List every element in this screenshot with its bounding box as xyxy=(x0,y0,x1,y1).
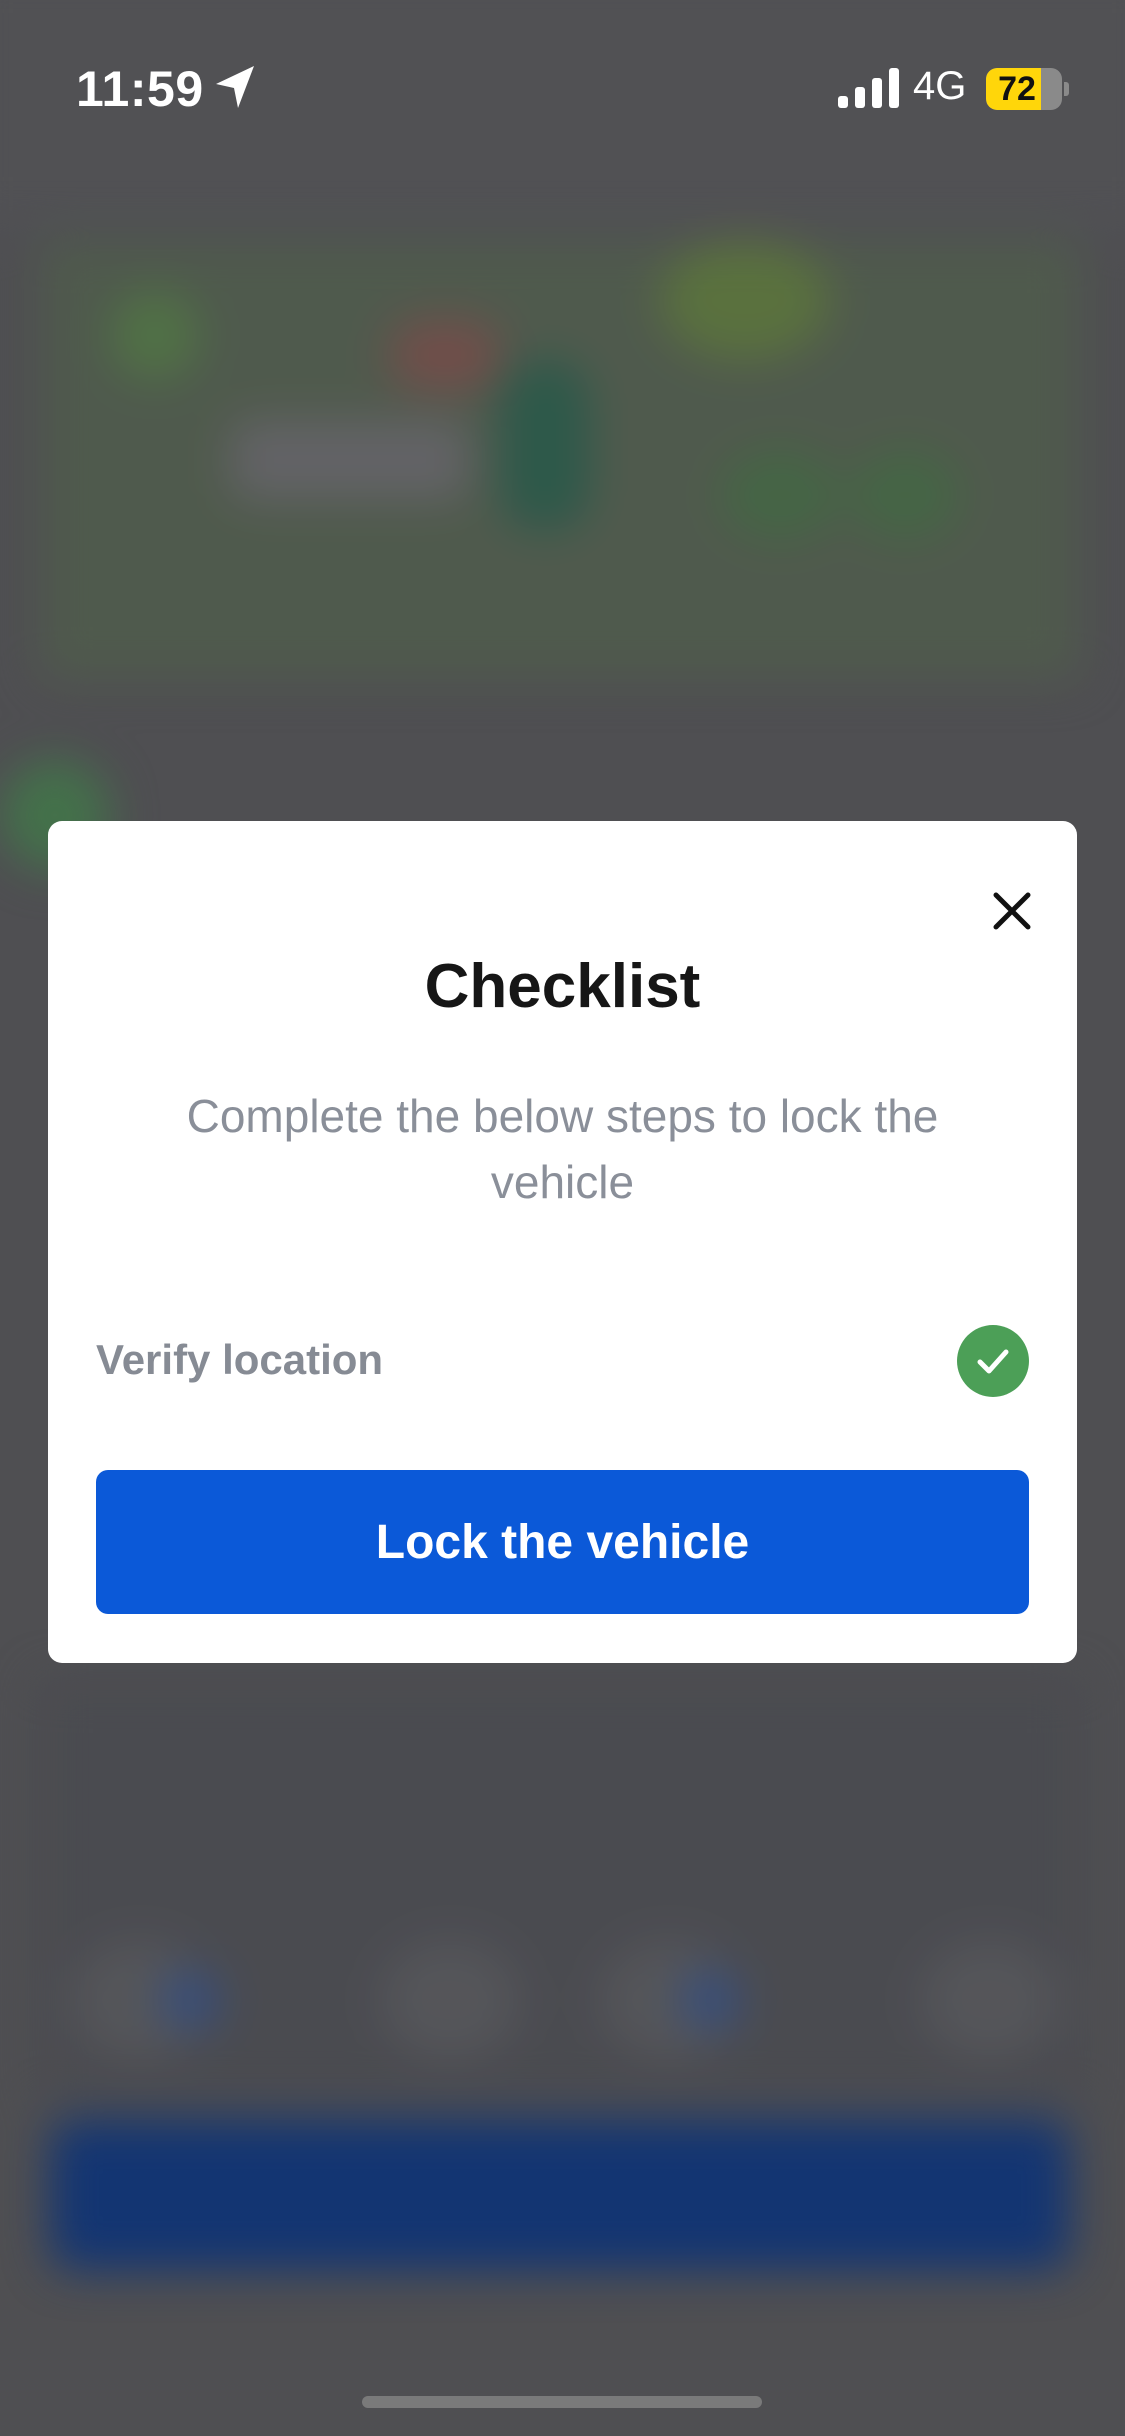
checklist-dialog: Checklist Complete the below steps to lo… xyxy=(48,821,1077,1663)
dialog-subtitle: Complete the below steps to lock the veh… xyxy=(186,1090,939,1208)
cellular-signal-icon xyxy=(838,68,899,108)
close-button[interactable] xyxy=(972,871,1052,951)
check-circle-icon xyxy=(957,1325,1029,1397)
dialog-title: Checklist xyxy=(424,952,701,1021)
location-arrow-icon xyxy=(216,66,254,108)
battery-icon: 72 xyxy=(986,68,1069,110)
network-type: 4G xyxy=(913,64,967,108)
battery-percentage: 72 xyxy=(998,70,1036,108)
checklist-item-label: Verify location xyxy=(96,1336,384,1383)
home-indicator[interactable] xyxy=(362,2396,762,2408)
lock-vehicle-button[interactable]: Lock the vehicle xyxy=(96,1470,1029,1614)
close-icon xyxy=(993,892,1031,930)
checklist-item-verify-location: Verify location xyxy=(96,1321,1029,1401)
status-time: 11:59 xyxy=(76,61,204,117)
status-bar: 11:59 4G 72 xyxy=(0,0,1125,150)
